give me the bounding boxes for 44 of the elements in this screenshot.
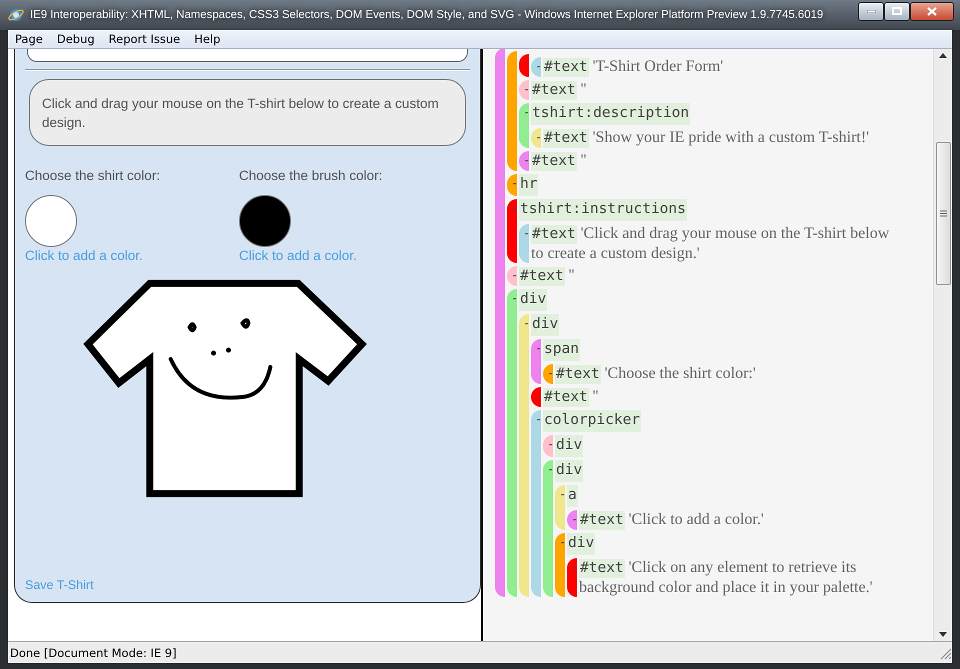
element-node: div: [531, 314, 560, 336]
collapse-toggle[interactable]: -: [511, 174, 519, 193]
collapse-toggle[interactable]: -: [511, 289, 519, 308]
menu-item[interactable]: Debug: [50, 32, 102, 46]
element-node: span: [543, 339, 580, 361]
menu-item[interactable]: Help: [187, 32, 228, 46]
collapse-toggle[interactable]: -: [523, 103, 531, 122]
element-node: div: [555, 435, 584, 457]
element-node: tshirt:description: [531, 103, 690, 125]
text-node: #text 'T-Shirt Order Form': [543, 57, 724, 77]
collapse-toggle[interactable]: -: [547, 460, 555, 479]
collapse-toggle[interactable]: -: [571, 510, 579, 529]
collapse-toggle[interactable]: -: [523, 151, 531, 170]
window-title: IE9 Interoperability: XHTML, Namespaces, CSS3 Selectors, DOM Events, DOM Style, and SVG - Windows Internet Explorer Platform Preview 1.9.7745.6019: [30, 9, 824, 21]
text-node: #text 'Click to add a color.': [579, 510, 764, 530]
collapse-toggle[interactable]: -: [523, 314, 531, 333]
element-node: a: [567, 485, 578, 507]
element-node: tshirt:instructions: [519, 199, 687, 221]
text-node: #text 'Click and drag your mouse on the T-shirt below to create a custom design.': [531, 224, 903, 263]
element-node: div: [567, 533, 596, 555]
collapse-toggle[interactable]: -: [535, 57, 543, 76]
collapse-toggle[interactable]: -: [523, 80, 531, 99]
collapse-toggle[interactable]: -: [559, 533, 567, 552]
collapse-toggle[interactable]: -: [547, 435, 555, 454]
collapse-toggle[interactable]: -: [535, 410, 543, 429]
element-node: hr: [519, 174, 538, 196]
collapse-toggle[interactable]: -: [559, 485, 567, 504]
collapse-toggle[interactable]: -: [535, 339, 543, 358]
picker-label: Choose the shirt color:: [25, 168, 160, 183]
collapse-toggle[interactable]: -: [535, 128, 543, 147]
status-text: Done [Document Mode: IE 9]: [10, 646, 178, 660]
menu-item[interactable]: Report Issue: [102, 32, 188, 46]
text-node: #text 'Show your IE pride with a custom T-shirt!': [543, 128, 870, 148]
menu-item[interactable]: Page: [8, 32, 50, 46]
collapse-toggle[interactable]: -: [523, 224, 531, 243]
collapse-toggle[interactable]: -: [511, 266, 519, 285]
element-node: div: [519, 289, 548, 311]
element-node: div: [555, 460, 584, 482]
collapse-toggle[interactable]: -: [547, 364, 555, 383]
element-node: colorpicker: [543, 410, 642, 432]
text-node: #text 'Choose the shirt color:': [555, 364, 756, 384]
picker-label: Choose the brush color:: [239, 168, 382, 183]
instructions-text: Click and drag your mouse on the T-shirt below to create a custom design.: [29, 79, 466, 146]
text-node: #text 'Click on any element to retrieve its background color and place it in your palette.': [579, 558, 903, 597]
